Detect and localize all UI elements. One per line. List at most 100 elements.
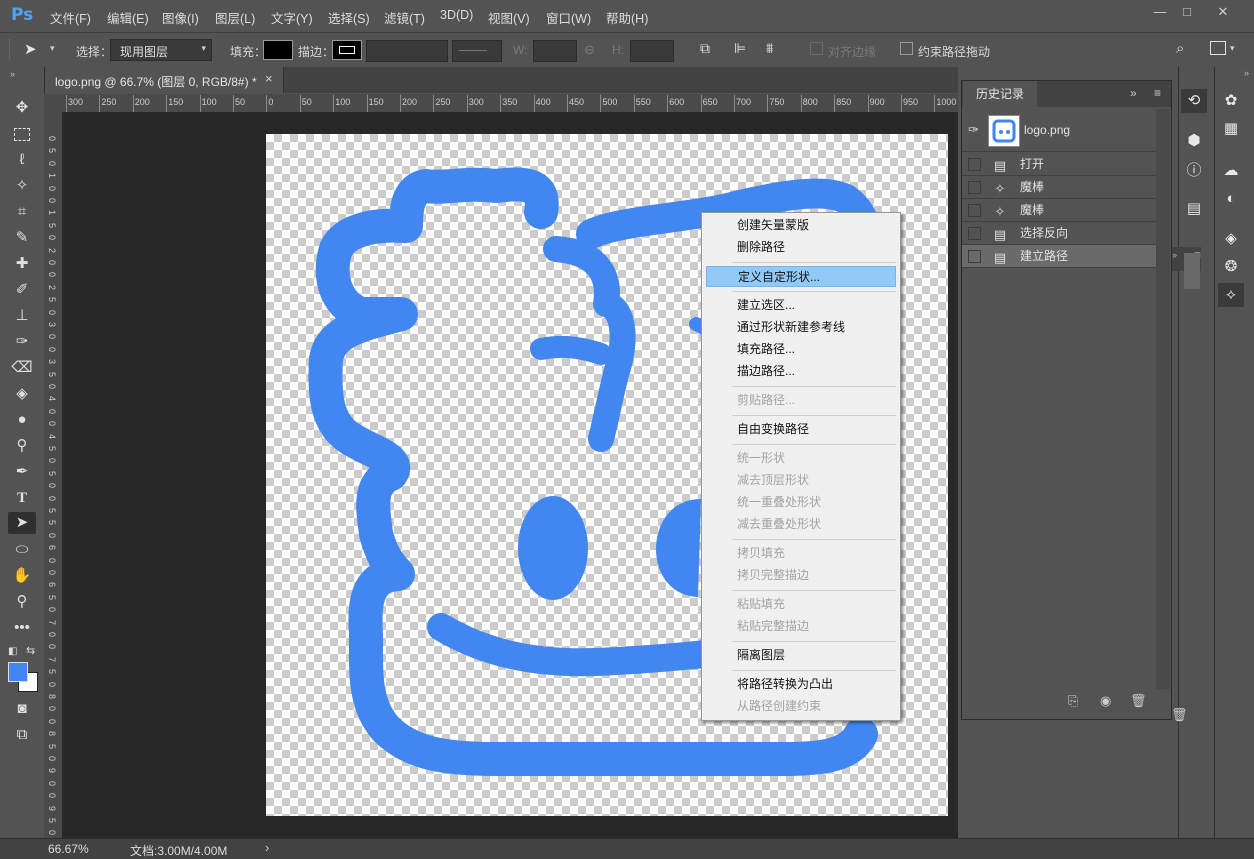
constrain-path-checkbox[interactable] bbox=[900, 42, 913, 55]
document-tab[interactable]: logo.png @ 66.7% (图层 0, RGB/8#) * × bbox=[45, 67, 284, 93]
channels-panel-icon[interactable]: ❂ bbox=[1218, 255, 1244, 279]
path-alignment-icon[interactable]: ⊫ bbox=[734, 40, 746, 57]
history-item-selected[interactable]: ▤ 建立路径 bbox=[962, 245, 1156, 268]
menu-window[interactable]: 窗口(W) bbox=[546, 8, 591, 27]
history-snapshot[interactable]: ✑ logo.png bbox=[962, 109, 1156, 152]
menu-subtract-front-shape[interactable]: 减去顶层形状 bbox=[706, 470, 896, 491]
select-dropdown[interactable]: 现用图层 ▾ bbox=[110, 39, 212, 61]
history-item[interactable]: ▤ 选择反向 bbox=[962, 222, 1156, 245]
workspace-icon[interactable] bbox=[1210, 41, 1226, 55]
quick-mask-icon[interactable]: ◙ bbox=[8, 698, 36, 720]
menu-subtract-overlap[interactable]: 减去重叠处形状 bbox=[706, 514, 896, 535]
menu-3d[interactable]: 3D(D) bbox=[440, 8, 473, 22]
collapse-icon[interactable]: » bbox=[1244, 68, 1249, 78]
paths-panel-icon[interactable]: ⟡ bbox=[1218, 283, 1244, 307]
menu-create-vector-mask[interactable]: 创建矢量蒙版 bbox=[706, 215, 896, 236]
history-item[interactable]: ▤ 打开 bbox=[962, 153, 1156, 176]
close-tab-icon[interactable]: × bbox=[265, 71, 273, 86]
chevron-down-icon[interactable]: ▾ bbox=[50, 43, 55, 54]
panel-menu-icon[interactable]: ≡ bbox=[1154, 86, 1161, 100]
history-brush-checkbox[interactable] bbox=[968, 158, 981, 171]
menu-make-selection[interactable]: 建立选区... bbox=[706, 295, 896, 316]
path-operations-icon[interactable]: ⧉ bbox=[700, 40, 710, 57]
more-tools-icon[interactable]: ••• bbox=[8, 617, 36, 639]
blur-tool-icon[interactable]: ● bbox=[8, 409, 36, 431]
pen-tool-icon[interactable]: ✒ bbox=[8, 461, 36, 483]
history-brush-checkbox[interactable] bbox=[968, 227, 981, 240]
menu-copy-fill[interactable]: 拷贝填充 bbox=[706, 543, 896, 564]
libraries-panel-icon[interactable]: ☁ bbox=[1218, 159, 1244, 183]
adjustments-panel-icon[interactable]: ◐ bbox=[1218, 187, 1244, 211]
collapse-icon[interactable]: » bbox=[1172, 250, 1177, 260]
menu-copy-complete-stroke[interactable]: 拷贝完整描边 bbox=[706, 565, 896, 586]
menu-view[interactable]: 视图(V) bbox=[488, 8, 530, 27]
crop-tool-icon[interactable]: ⌗ bbox=[8, 201, 36, 223]
search-icon[interactable]: ⌕ bbox=[1176, 40, 1184, 57]
delete-icon[interactable]: 🗑 bbox=[1130, 693, 1147, 709]
history-brush-tool-icon[interactable]: ✑ bbox=[8, 331, 36, 353]
scrollbar-thumb[interactable] bbox=[1184, 253, 1200, 289]
stroke-swatch[interactable] bbox=[332, 40, 362, 60]
history-brush-checkbox[interactable] bbox=[968, 250, 981, 263]
menu-edit[interactable]: 编辑(E) bbox=[107, 8, 149, 27]
new-document-from-state-icon[interactable]: ⎘ bbox=[1068, 693, 1078, 709]
move-tool-icon[interactable]: ✥ bbox=[8, 97, 36, 119]
width-input[interactable] bbox=[533, 40, 577, 62]
dodge-tool-icon[interactable]: ⚲ bbox=[8, 435, 36, 457]
menu-isolate-layers[interactable]: 隔离图层 bbox=[706, 645, 896, 666]
menu-select[interactable]: 选择(S) bbox=[328, 8, 370, 27]
layers-panel-icon[interactable]: ◈ bbox=[1218, 227, 1244, 251]
path-select-tool-icon[interactable]: ➤ bbox=[24, 40, 37, 58]
clone-stamp-tool-icon[interactable]: ⊥ bbox=[8, 305, 36, 327]
menu-type[interactable]: 文字(Y) bbox=[271, 8, 313, 27]
info-panel-icon[interactable]: ⓘ bbox=[1181, 159, 1207, 183]
history-item[interactable]: ✧ 魔棒 bbox=[962, 176, 1156, 199]
menu-stroke-path[interactable]: 描边路径... bbox=[706, 361, 896, 382]
default-colors-icon[interactable]: ◧ bbox=[8, 646, 17, 657]
menu-layer[interactable]: 图层(L) bbox=[215, 8, 255, 27]
type-tool-icon[interactable]: T bbox=[8, 487, 36, 509]
menu-free-transform-path[interactable]: 自由变换路径 bbox=[706, 419, 896, 440]
fill-swatch[interactable] bbox=[263, 40, 293, 60]
minimize-button[interactable]: — bbox=[1150, 4, 1170, 19]
menu-clipping-path[interactable]: 剪贴路径... bbox=[706, 390, 896, 411]
menu-filter[interactable]: 滤镜(T) bbox=[384, 8, 425, 27]
zoom-tool-icon[interactable]: ⚲ bbox=[8, 591, 36, 613]
delete-icon[interactable]: 🗑 bbox=[1171, 707, 1188, 723]
history-brush-checkbox[interactable] bbox=[968, 181, 981, 194]
path-selection-tool-icon[interactable]: ➤ bbox=[8, 512, 36, 534]
vertical-ruler[interactable]: 0 5 0 1 0 0 1 5 0 2 0 0 2 5 0 3 0 0 3 5 0 4 0 0 4 5 0 5 0 0 5 5 0 6 0 0 6 5 0 7… bbox=[44, 112, 63, 838]
history-brush-source-icon[interactable]: ✑ bbox=[968, 122, 979, 138]
horizontal-ruler[interactable]: 300 250 200 150 100 50 0 50 100 150 200 250 300 350 40… bbox=[62, 94, 958, 113]
status-menu-arrow-icon[interactable]: › bbox=[265, 840, 269, 855]
eraser-tool-icon[interactable]: ⌫ bbox=[8, 357, 36, 379]
collapse-icon[interactable]: » bbox=[10, 69, 15, 79]
history-tab[interactable]: 历史记录 bbox=[963, 81, 1037, 107]
menu-help[interactable]: 帮助(H) bbox=[606, 8, 648, 27]
history-scrollbar[interactable] bbox=[1156, 109, 1170, 689]
menu-fill-path[interactable]: 填充路径... bbox=[706, 339, 896, 360]
healing-brush-tool-icon[interactable]: ✚ bbox=[8, 253, 36, 275]
camera-icon[interactable]: ◉ bbox=[1100, 693, 1111, 709]
path-arrangement-icon[interactable]: ⩩ bbox=[766, 40, 773, 57]
eyedropper-tool-icon[interactable]: ✎ bbox=[8, 227, 36, 249]
stroke-width-field[interactable] bbox=[366, 40, 448, 62]
menu-define-custom-shape[interactable]: 定义自定形状... bbox=[706, 266, 896, 287]
screen-mode-icon[interactable]: ⧉ bbox=[8, 724, 36, 746]
menu-unite-overlap[interactable]: 统一重叠处形状 bbox=[706, 492, 896, 513]
history-brush-checkbox[interactable] bbox=[968, 204, 981, 217]
menu-paste-complete-stroke[interactable]: 粘贴完整描边 bbox=[706, 616, 896, 637]
menu-new-guides-from-shape[interactable]: 通过形状新建参考线 bbox=[706, 317, 896, 338]
color-panel-icon[interactable]: ✿ bbox=[1218, 89, 1244, 113]
menu-create-constraints-from-path[interactable]: 从路径创建约束 bbox=[706, 696, 896, 717]
restore-button[interactable]: □ bbox=[1177, 4, 1197, 19]
menu-delete-path[interactable]: 删除路径 bbox=[706, 237, 896, 258]
link-icon[interactable]: ⊖ bbox=[584, 42, 595, 58]
close-window-button[interactable]: ✕ bbox=[1213, 4, 1233, 19]
foreground-color-swatch[interactable] bbox=[8, 662, 28, 682]
ellipse-tool-icon[interactable]: ⬭ bbox=[8, 539, 36, 561]
marquee-tool-icon[interactable] bbox=[8, 123, 36, 145]
hand-tool-icon[interactable]: ✋ bbox=[8, 565, 36, 587]
menu-unite-shapes[interactable]: 统一形状 bbox=[706, 448, 896, 469]
collapse-icon[interactable]: » bbox=[1130, 86, 1137, 100]
